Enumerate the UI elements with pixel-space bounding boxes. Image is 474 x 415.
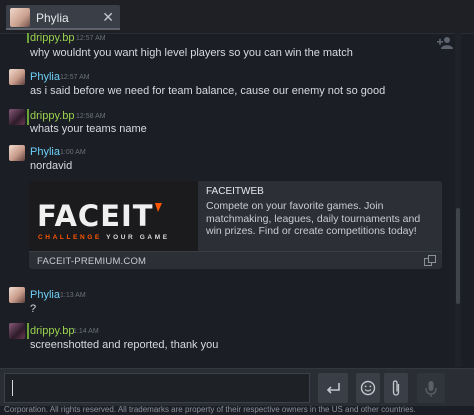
message-time: 12:57 AM: [76, 35, 106, 42]
message-time: 1:13 AM: [60, 292, 86, 299]
message-text: as i said before we need for team balanc…: [30, 85, 386, 97]
voice-icon: [425, 381, 437, 397]
avatar[interactable]: [9, 287, 25, 303]
chat-tab-phylia[interactable]: Phylia ✕: [6, 5, 120, 30]
text-caret: [12, 380, 13, 396]
emoji-button[interactable]: [356, 373, 380, 403]
avatar[interactable]: [9, 109, 25, 125]
legal-footer: Corporation. All rights reserved. All tr…: [0, 405, 474, 415]
message-sender[interactable]: drippy.bp: [30, 110, 74, 122]
link-preview-card[interactable]: FACEIT CHALLENGE YOUR GAME FACEITWEB Com…: [29, 181, 442, 269]
message-time: 12:57 AM: [60, 74, 90, 81]
embed-title[interactable]: FACEITWEB: [206, 186, 264, 197]
expand-icon[interactable]: [424, 255, 436, 266]
message-composer: [0, 368, 474, 407]
footer-text: Corporation. All rights reserved. All tr…: [4, 405, 416, 414]
message-sender[interactable]: drippy.bp: [30, 32, 74, 44]
send-icon: [326, 383, 340, 394]
message-input[interactable]: [4, 373, 310, 403]
scrollbar-thumb[interactable]: [456, 208, 460, 304]
avatar[interactable]: [9, 323, 25, 339]
avatar[interactable]: [9, 145, 25, 161]
message-time: 1:00 AM: [60, 149, 86, 156]
add-friend-icon[interactable]: [437, 36, 453, 50]
close-icon[interactable]: ✕: [102, 9, 114, 26]
message-sender[interactable]: Phylia: [30, 289, 60, 301]
voice-button[interactable]: [417, 373, 445, 403]
message-sender[interactable]: Phylia: [30, 146, 60, 158]
embed-url[interactable]: FACEIT-PREMIUM.COM: [37, 256, 146, 267]
message-time: 12:58 AM: [76, 113, 106, 120]
status-indicator: [27, 323, 29, 339]
tab-bar: Phylia ✕: [0, 0, 474, 34]
faceit-logo-text: FACEIT: [37, 200, 154, 230]
message-list: drippy.bp 12:57 AM why wouldnt you want …: [0, 32, 460, 367]
faceit-logo: FACEIT: [37, 200, 162, 230]
embed-footer: FACEIT-PREMIUM.COM: [29, 251, 442, 270]
tab-label: Phylia: [36, 11, 69, 25]
message-text: why wouldnt you want high level players …: [30, 47, 353, 59]
emoji-icon: [360, 380, 376, 396]
tagline-highlight: CHALLENGE: [38, 234, 102, 241]
scrollbar-track[interactable]: [455, 33, 461, 367]
status-indicator: [27, 33, 29, 43]
message-text: ?: [30, 303, 37, 315]
chat-window: Phylia ✕ drippy.bp 12:57 AM why wouldnt …: [0, 0, 474, 415]
message-sender[interactable]: Phylia: [30, 71, 60, 83]
message-text: whats your teams name: [30, 123, 147, 135]
message-text: nordavid: [30, 160, 73, 172]
embed-description: Compete on your favorite games. Join mat…: [206, 200, 421, 237]
attach-icon: [392, 380, 400, 396]
send-button[interactable]: [318, 373, 348, 403]
message-text: screenshotted and reported, thank you: [30, 339, 219, 351]
attach-button[interactable]: [384, 373, 408, 403]
tagline-rest: YOUR GAME: [106, 234, 170, 241]
avatar[interactable]: [9, 69, 25, 85]
faceit-tagline: CHALLENGE YOUR GAME: [38, 234, 170, 241]
message-time: 1:14 AM: [73, 328, 99, 335]
avatar: [10, 8, 30, 27]
faceit-banner-image[interactable]: FACEIT CHALLENGE YOUR GAME: [29, 181, 198, 251]
status-indicator: [27, 109, 29, 125]
message-sender[interactable]: drippy.bp: [30, 325, 74, 337]
